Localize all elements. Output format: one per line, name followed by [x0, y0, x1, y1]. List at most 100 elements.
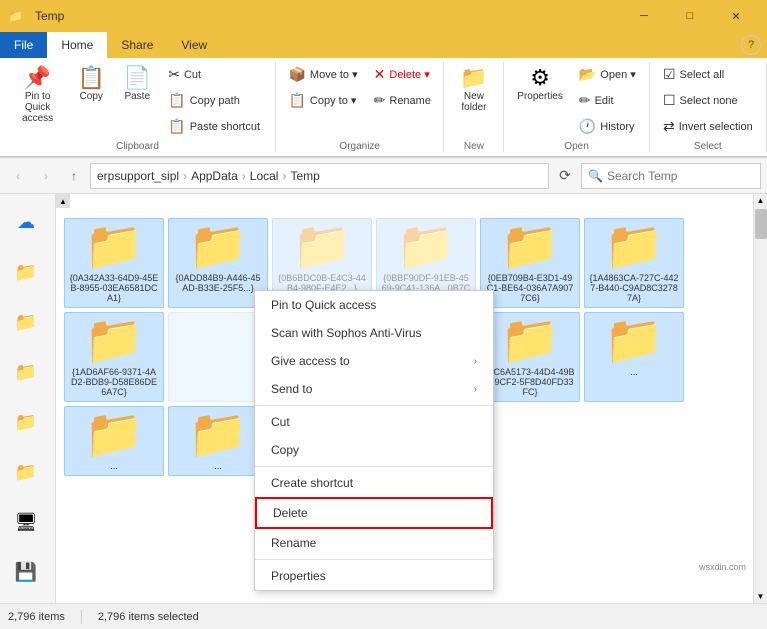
file-item[interactable]: 📁 ... [64, 406, 164, 476]
help-button[interactable]: ? [741, 35, 761, 55]
delete-icon: ✕ [374, 66, 386, 83]
new-folder-icon: 📁 [460, 67, 487, 89]
copy-icon: 📋 [78, 67, 105, 89]
edit-icon: ✏ [579, 92, 591, 109]
copy-path-button[interactable]: 📋 Copy path [161, 88, 267, 113]
scroll-down-btn[interactable]: ▼ [754, 590, 767, 603]
left-item-cloud[interactable]: ☁ [2, 198, 50, 246]
ribbon-group-open: ⚙ Properties 📂 Open ▾ ✏ Edit 🕐 History [504, 62, 649, 152]
ctx-send-to[interactable]: Send to › [255, 375, 493, 403]
file-name: ... [630, 367, 638, 377]
paste-shortcut-button[interactable]: 📋 Paste shortcut [161, 114, 267, 139]
ctx-scan[interactable]: Scan with Sophos Anti-Virus [255, 319, 493, 347]
up-button[interactable]: ↑ [62, 164, 86, 188]
move-to-button[interactable]: 📦 Move to ▾ [281, 62, 364, 87]
watermark: wsxdin.com [696, 561, 749, 573]
file-item[interactable]: 📁 {0ADD84B9-A446-45AD-B33E-25F5...} [168, 218, 268, 308]
paste-button[interactable]: 📄 Paste [115, 62, 159, 107]
clipboard-label: Clipboard [116, 141, 159, 152]
ctx-cut[interactable]: Cut [255, 408, 493, 436]
selected-count: 2,796 items selected [98, 611, 199, 623]
refresh-button[interactable]: ⟳ [553, 164, 577, 188]
invert-selection-button[interactable]: ⇄ Invert selection [656, 114, 760, 139]
new-items: 📁 Newfolder [452, 62, 496, 139]
clipboard-stack: ✂ Cut 📋 Copy path 📋 Paste shortcut [161, 62, 267, 139]
ctx-arrow-1: › [474, 356, 477, 367]
copy-button[interactable]: 📋 Copy [69, 62, 113, 107]
ctx-create-shortcut[interactable]: Create shortcut [255, 469, 493, 497]
left-item-1[interactable]: 📁 [2, 248, 50, 296]
file-name: {1AD6AF66-9371-4AD2-BDB9-D58E86DE6A7C} [69, 367, 159, 397]
ctx-properties[interactable]: Properties [255, 562, 493, 590]
copy-path-icon: 📋 [168, 92, 185, 109]
select-none-label: Select none [680, 95, 738, 107]
cut-button[interactable]: ✂ Cut [161, 62, 267, 87]
file-item[interactable]: 📁 {0A342A33-64D9-45EB-8955-03EA6581DCA1} [64, 218, 164, 308]
pin-to-quick-access-button[interactable]: 📌 Pin to Quickaccess [8, 62, 67, 129]
file-item[interactable]: 📁 {1AD6AF66-9371-4AD2-BDB9-D58E86DE6A7C} [64, 312, 164, 402]
scroll-up[interactable]: ▲ [56, 194, 70, 208]
folder-icon: 📁 [84, 317, 144, 365]
file-item[interactable]: 📁 ... [584, 312, 684, 402]
organize-stack: 📦 Move to ▾ 📋 Copy to ▾ [281, 62, 364, 113]
forward-button[interactable]: › [34, 164, 58, 188]
ctx-pin-to-quick-access[interactable]: Pin to Quick access [255, 291, 493, 319]
scroll-thumb[interactable] [755, 209, 767, 239]
rename-icon: ✏ [374, 92, 386, 109]
tab-share[interactable]: Share [107, 32, 167, 58]
tab-view[interactable]: View [167, 32, 221, 58]
left-item-2[interactable]: 📁 [2, 298, 50, 346]
search-input[interactable] [607, 169, 762, 183]
new-folder-button[interactable]: 📁 Newfolder [452, 62, 496, 118]
copy-to-button[interactable]: 📋 Copy to ▾ [281, 88, 364, 113]
ribbon-tabs: File Home Share View ? [0, 32, 767, 58]
edit-button[interactable]: ✏ Edit [572, 88, 643, 113]
select-all-button[interactable]: ☑ Select all [656, 62, 760, 87]
file-item[interactable]: 📁 {1A4863CA-727C-4427-B440-C9AD8C32787A} [584, 218, 684, 308]
file-area: ▲ 📁 {0A342A33-64D9-45EB-8955-03EA6581DCA… [56, 194, 753, 603]
pin-label: Pin to Quickaccess [15, 91, 60, 124]
left-item-3[interactable]: 📁 [2, 348, 50, 396]
tab-file[interactable]: File [0, 32, 47, 58]
left-item-5[interactable]: 📁 [2, 448, 50, 496]
ctx-sep-1 [255, 405, 493, 406]
file-name: {0A342A33-64D9-45EB-8955-03EA6581DCA1} [69, 273, 159, 303]
open-button[interactable]: 📂 Open ▾ [572, 62, 643, 87]
invert-icon: ⇄ [663, 118, 675, 135]
select-none-button[interactable]: ☐ Select none [656, 88, 760, 113]
ctx-copy[interactable]: Copy [255, 436, 493, 464]
properties-button[interactable]: ⚙ Properties [510, 62, 570, 107]
minimize-button[interactable]: ─ [621, 0, 667, 32]
history-icon: 🕐 [579, 118, 596, 135]
scrollbar-vertical[interactable]: ▲ ▼ [753, 194, 767, 603]
address-path[interactable]: erpsupport_sipl › AppData › Local › Temp [90, 163, 549, 189]
close-button[interactable]: ✕ [713, 0, 759, 32]
delete-label: Delete ▾ [389, 68, 429, 81]
maximize-button[interactable]: □ [667, 0, 713, 32]
tab-home[interactable]: Home [47, 32, 107, 58]
scissors-icon: ✂ [168, 66, 180, 83]
scroll-up-btn[interactable]: ▲ [754, 194, 767, 207]
file-item[interactable]: 📁 {0EB709B4-E3D1-49C1-BE64-036A7A9077C6} [480, 218, 580, 308]
delete-button[interactable]: ✕ Delete ▾ [367, 62, 438, 87]
back-button[interactable]: ‹ [6, 164, 30, 188]
left-item-6[interactable]: 🖥 [2, 498, 50, 546]
file-name: {0ADD84B9-A446-45AD-B33E-25F5...} [173, 273, 263, 293]
history-button[interactable]: 🕐 History [572, 114, 643, 139]
ctx-rename[interactable]: Rename [255, 529, 493, 557]
folder-icon: 📁 [604, 223, 664, 271]
rename-button[interactable]: ✏ Rename [367, 88, 438, 113]
context-menu: Pin to Quick access Scan with Sophos Ant… [254, 290, 494, 591]
file-item[interactable]: 📁 ... [168, 406, 268, 476]
ctx-delete[interactable]: Delete [255, 497, 493, 529]
file-item[interactable] [168, 312, 268, 402]
title-bar-icons: 📁 [8, 9, 23, 23]
open-label: Open ▾ [600, 68, 636, 81]
left-item-4[interactable]: 📁 [2, 398, 50, 446]
select-label: Select [694, 141, 722, 152]
file-item[interactable]: 📁 {1C6A5173-44D4-49B8-9CF2-5F8D40FD33FC} [480, 312, 580, 402]
edit-label: Edit [595, 95, 614, 107]
ctx-give-access[interactable]: Give access to › [255, 347, 493, 375]
left-item-7[interactable]: 💾 [2, 548, 50, 596]
ctx-create-shortcut-label: Create shortcut [271, 476, 353, 490]
